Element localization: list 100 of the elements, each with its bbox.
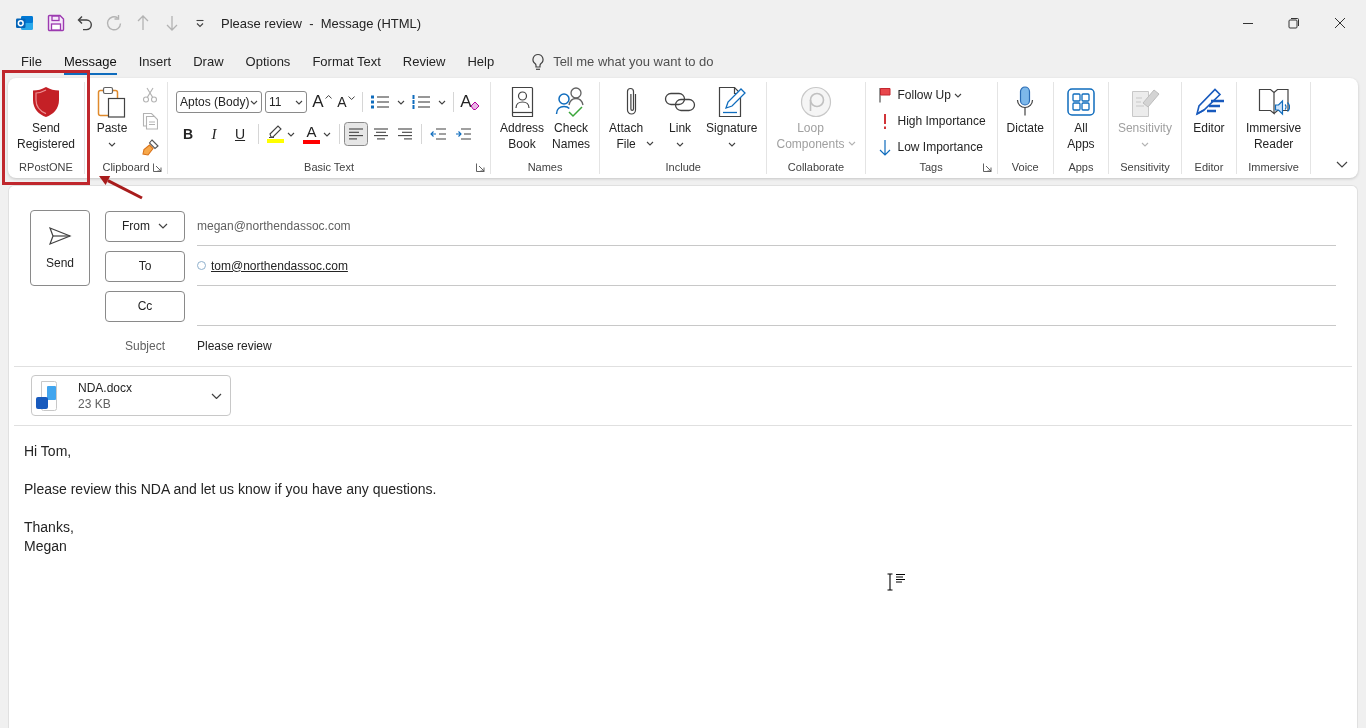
flag-icon bbox=[877, 87, 892, 103]
body-text: Hi Tom, bbox=[24, 442, 73, 461]
chain-link-icon bbox=[664, 92, 697, 112]
chevron-icon[interactable] bbox=[397, 99, 406, 105]
grow-font-button[interactable]: A bbox=[310, 90, 335, 114]
numbered-list-icon[interactable] bbox=[411, 95, 432, 109]
chevron-icon bbox=[295, 99, 304, 105]
ribbon-button[interactable]: Follow Up bbox=[872, 82, 990, 108]
message-body-field[interactable]: Hi Tom, Please review this NDA and let us know if you have any questions. Thanks, Megan bbox=[9, 426, 1357, 728]
ribbon-button[interactable]: Address Book bbox=[496, 82, 549, 158]
body-text: Megan bbox=[24, 537, 68, 556]
paper-plane-icon bbox=[48, 226, 72, 246]
font-color-button[interactable]: A bbox=[299, 122, 336, 146]
shield-icon bbox=[31, 86, 61, 118]
close-icon[interactable] bbox=[1334, 17, 1346, 29]
ribbon-tab[interactable]: Draw bbox=[193, 48, 224, 75]
decrease-indent-icon[interactable] bbox=[430, 128, 448, 140]
align-right-icon[interactable] bbox=[398, 128, 413, 140]
clear-formatting-button[interactable]: A bbox=[458, 90, 483, 114]
align-left-icon[interactable] bbox=[344, 122, 369, 146]
chevron-icon bbox=[158, 223, 168, 229]
ribbon-button[interactable]: Immersive Reader bbox=[1241, 82, 1306, 158]
group-label: Apps bbox=[1068, 161, 1094, 173]
caret-up-icon bbox=[324, 95, 332, 99]
book-speaker-icon bbox=[1257, 87, 1290, 117]
chevron-icon[interactable] bbox=[1336, 161, 1348, 168]
group-label: Voice bbox=[1011, 161, 1039, 173]
ribbon-tab[interactable]: Format Text bbox=[312, 48, 381, 75]
chevron-icon[interactable] bbox=[211, 392, 222, 399]
highlighter-pen-icon[interactable] bbox=[267, 125, 284, 138]
group-label: Collaborate bbox=[787, 161, 845, 173]
chevron-icon bbox=[250, 99, 259, 105]
restore-icon[interactable] bbox=[1288, 17, 1300, 29]
group-label: Immersive bbox=[1248, 161, 1299, 173]
document-icon bbox=[36, 380, 60, 411]
ribbon-button[interactable]: Low Importance bbox=[872, 134, 990, 160]
launcher-icon[interactable] bbox=[476, 162, 486, 172]
ribbon-button[interactable]: Signature bbox=[702, 82, 762, 158]
recipient-address[interactable]: tom@northendassoc.com bbox=[211, 258, 348, 273]
ribbon-tab[interactable]: Options bbox=[245, 48, 291, 75]
to-field[interactable]: tom@northendassoc.com bbox=[197, 246, 1336, 286]
increase-indent-icon[interactable] bbox=[455, 128, 473, 140]
group-label: Editor bbox=[1194, 161, 1224, 173]
launcher-icon[interactable] bbox=[153, 162, 163, 172]
font-size-combo[interactable]: 11 bbox=[265, 91, 308, 113]
send-button[interactable]: Send bbox=[30, 210, 90, 286]
lightbulb-icon bbox=[531, 52, 546, 71]
ribbon-button[interactable]: Attach File bbox=[605, 82, 659, 158]
bold-button[interactable]: B bbox=[176, 122, 201, 146]
ribbon-tab[interactable]: Review bbox=[402, 48, 446, 75]
attachment-card[interactable]: NDA.docx 23 KB bbox=[31, 375, 231, 416]
ribbon-button[interactable]: Link bbox=[658, 82, 703, 158]
clipboard-icon bbox=[97, 86, 128, 118]
ribbon-tab[interactable]: Message bbox=[63, 48, 117, 75]
ribbon-tab[interactable]: Insert bbox=[138, 48, 172, 75]
down-arrow-icon bbox=[878, 138, 891, 156]
ribbon-tab[interactable]: File bbox=[21, 48, 42, 75]
ribbon-button[interactable]: All Apps bbox=[1058, 82, 1103, 158]
paintbrush-icon[interactable] bbox=[141, 138, 159, 156]
ribbon-button[interactable]: Paste bbox=[90, 82, 135, 158]
subject-field[interactable]: Please review bbox=[197, 334, 1336, 358]
group-label: Include bbox=[665, 161, 701, 173]
underline-button[interactable]: U bbox=[228, 122, 253, 146]
dropdown-icon[interactable] bbox=[195, 18, 205, 28]
exclamation-icon bbox=[882, 113, 887, 129]
microphone-icon bbox=[1016, 86, 1035, 118]
chevron-icon[interactable] bbox=[287, 131, 296, 137]
ribbon-button[interactable]: Check Names bbox=[548, 82, 595, 158]
presence-icon bbox=[197, 261, 206, 270]
shrink-font-button[interactable]: A bbox=[334, 90, 359, 114]
save-icon[interactable] bbox=[47, 14, 65, 32]
align-center-icon[interactable] bbox=[374, 128, 389, 140]
ribbon-button[interactable]: Dictate bbox=[1002, 82, 1048, 158]
to-button[interactable]: To bbox=[105, 250, 185, 282]
ribbon-tab[interactable]: Help bbox=[467, 48, 495, 75]
group-label: RPostONE bbox=[19, 161, 73, 173]
attachment-name: NDA.docx bbox=[78, 379, 133, 396]
italic-button[interactable]: I bbox=[202, 122, 227, 146]
group-label: Clipboard bbox=[102, 161, 150, 173]
chevron-icon bbox=[323, 131, 332, 137]
search-field[interactable]: Tell me what you want to do bbox=[553, 54, 744, 69]
launcher-icon[interactable] bbox=[982, 162, 992, 172]
font-name-combo[interactable]: Aptos (Body) bbox=[176, 91, 263, 113]
undo-icon[interactable] bbox=[76, 14, 94, 32]
ribbon-button[interactable]: High Importance bbox=[872, 108, 990, 134]
bullet-list-icon[interactable] bbox=[370, 95, 391, 109]
group-label: Names bbox=[527, 161, 563, 173]
ribbon-button[interactable]: Editor bbox=[1186, 82, 1231, 158]
body-text: Thanks, bbox=[24, 518, 75, 537]
attachment-size: 23 KB bbox=[78, 395, 112, 412]
app-icon[interactable] bbox=[16, 15, 33, 31]
ribbon-button[interactable]: Send Registered bbox=[13, 82, 80, 158]
paperclip-icon bbox=[625, 86, 639, 118]
grid-icon bbox=[1066, 88, 1095, 116]
chevron-icon[interactable] bbox=[438, 99, 447, 105]
body-text: Please review this NDA and let us know if you have any questions. bbox=[24, 480, 438, 499]
from-button[interactable]: From bbox=[105, 210, 185, 242]
cc-button[interactable]: Cc bbox=[105, 290, 185, 322]
window-title: Please review - Message (HTML) bbox=[221, 15, 422, 31]
caret-down-icon bbox=[347, 96, 355, 100]
